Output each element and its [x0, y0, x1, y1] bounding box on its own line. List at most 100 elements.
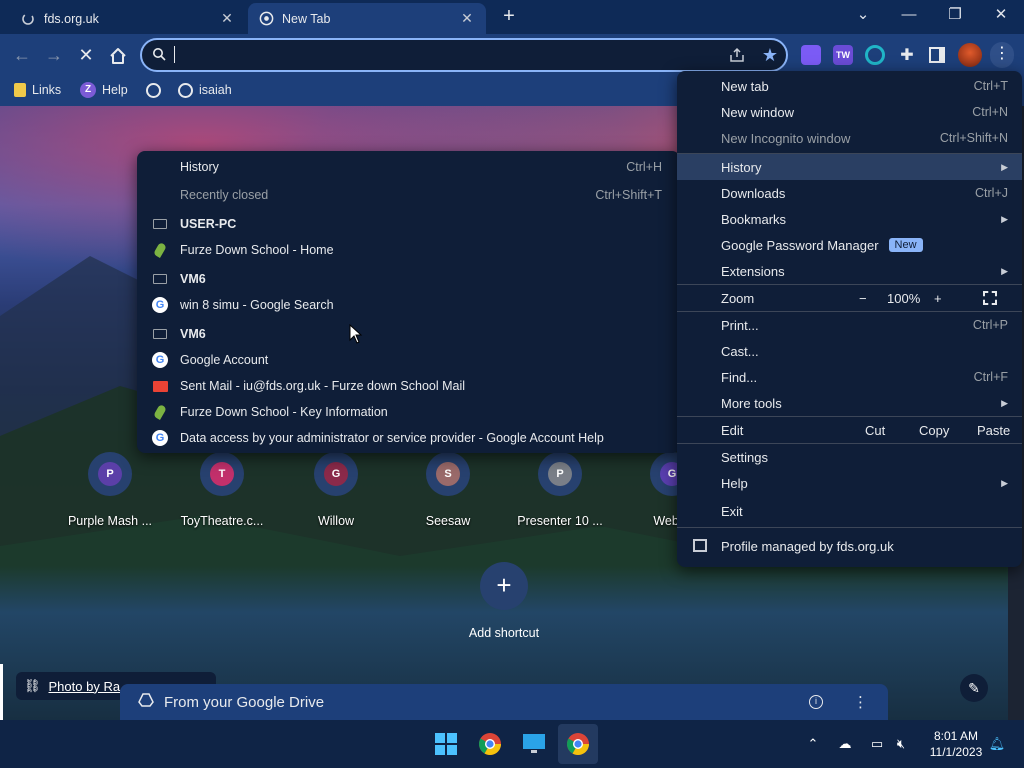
add-shortcut-label: Add shortcut — [468, 626, 540, 640]
paste-button[interactable]: Paste — [977, 423, 1010, 438]
menu-item-label: Furze Down School - Key Information — [180, 405, 388, 419]
avatar[interactable] — [958, 43, 982, 67]
more-options-icon[interactable]: ⋮ — [853, 693, 868, 711]
onedrive-icon[interactable]: ☁ — [836, 736, 854, 754]
menu-print[interactable]: Print... Ctrl+P — [677, 312, 1022, 338]
globe-icon — [146, 82, 161, 98]
submenu-arrow-icon: ▶ — [1001, 213, 1008, 224]
bookmark-isaiah[interactable]: isaiah — [178, 80, 232, 100]
extensions-puzzle-icon[interactable]: ✚ — [897, 45, 917, 65]
chrome-active-taskbar-icon[interactable] — [558, 724, 598, 764]
history-entry[interactable]: Furze Down School - Key Information — [137, 399, 680, 425]
shortcut-tile[interactable]: P Purple Mash ... — [54, 452, 166, 528]
tab-fds[interactable]: fds.org.uk ✕ — [10, 3, 246, 34]
remote-desktop-icon[interactable] — [514, 724, 554, 764]
close-tab-icon[interactable]: ✕ — [218, 10, 236, 27]
shortcut-tile[interactable]: P Presenter 10 ... — [504, 452, 616, 528]
menu-bookmarks[interactable]: Bookmarks ▶ — [677, 206, 1022, 232]
menu-item-label: History — [721, 159, 762, 175]
network-icon[interactable]: ▭ — [868, 736, 886, 754]
minimize-button[interactable]: — — [886, 4, 932, 28]
history-menu-item[interactable]: History Ctrl+H — [137, 154, 680, 180]
bookmark-globe[interactable] — [146, 80, 167, 100]
home-button[interactable] — [106, 44, 130, 68]
menu-extensions[interactable]: Extensions ▶ — [677, 258, 1022, 284]
cut-button[interactable]: Cut — [865, 423, 885, 438]
omnibox-input[interactable] — [176, 44, 716, 66]
restore-button[interactable]: ❐ — [932, 4, 978, 28]
new-tab-button[interactable]: + — [498, 4, 520, 30]
taskbar-clock[interactable]: 8:01 AM 11/1/2023 — [920, 728, 992, 760]
shortcut-tile[interactable]: G Willow — [280, 452, 392, 528]
shortcut-letter-icon: G — [324, 462, 348, 486]
bookmark-help[interactable]: Z Help — [80, 80, 128, 100]
bookmark-label: Help — [102, 83, 128, 97]
bookmark-links[interactable]: Links — [14, 80, 61, 100]
share-icon[interactable] — [728, 46, 746, 64]
menu-item-label: Settings — [721, 449, 768, 465]
extension-bookmark-icon[interactable] — [801, 45, 821, 65]
menu-item-shortcut: Ctrl+Shift+N — [939, 131, 1008, 145]
history-device-header[interactable]: USER-PC — [137, 211, 680, 237]
close-window-button[interactable]: ✕ — [978, 4, 1024, 28]
notification-bell-icon[interactable]: 🔔︎ — [988, 736, 1006, 754]
menu-history[interactable]: History ▶ — [677, 154, 1022, 180]
menu-cast[interactable]: Cast... — [677, 338, 1022, 364]
copy-button[interactable]: Copy — [919, 423, 949, 438]
window-edge — [0, 664, 3, 720]
history-entry[interactable]: G win 8 simu - Google Search — [137, 292, 680, 318]
shortcut-icon-circle: P — [88, 452, 132, 496]
shortcut-label: Seesaw — [425, 514, 471, 528]
menu-item-label: Extensions — [721, 263, 785, 279]
back-button[interactable]: ← — [10, 44, 34, 68]
menu-item-shortcut: Ctrl+F — [973, 370, 1008, 384]
menu-item-label: Google Password Manager — [721, 237, 879, 253]
bookmark-star-icon[interactable]: ★ — [760, 45, 780, 65]
menu-edit-row: Edit Cut Copy Paste — [677, 417, 1022, 443]
add-shortcut-button[interactable]: + — [480, 562, 528, 610]
history-entry[interactable]: Sent Mail - iu@fds.org.uk - Furze down S… — [137, 373, 680, 399]
blank-icon — [151, 187, 169, 203]
menu-password-manager[interactable]: Google Password Manager New — [677, 232, 1022, 258]
show-hidden-icons-chevron-icon[interactable]: ⌃ — [804, 736, 822, 754]
history-device-header[interactable]: VM6 — [137, 321, 680, 347]
menu-managed-profile[interactable]: Profile managed by fds.org.uk — [677, 533, 1022, 559]
menu-item-label: Data access by your administrator or ser… — [180, 431, 604, 445]
volume-muted-icon[interactable]: 🔇︎ — [892, 736, 910, 754]
history-entry[interactable]: G Data access by your administrator or s… — [137, 425, 680, 451]
shortcut-label: Willow — [317, 514, 355, 528]
close-tab-icon[interactable]: ✕ — [458, 10, 476, 27]
chrome-menu-button[interactable]: ⋮ — [990, 42, 1014, 68]
shortcut-tile[interactable]: T ToyTheatre.c... — [166, 452, 278, 528]
history-entry[interactable]: G Google Account — [137, 347, 680, 373]
zoom-out-button[interactable]: − — [859, 291, 867, 306]
menu-downloads[interactable]: Downloads Ctrl+J — [677, 180, 1022, 206]
menu-more-tools[interactable]: More tools ▶ — [677, 390, 1022, 416]
zoom-in-button[interactable]: + — [934, 291, 942, 306]
menu-find[interactable]: Find... Ctrl+F — [677, 364, 1022, 390]
menu-new-window[interactable]: New window Ctrl+N — [677, 99, 1022, 125]
menu-settings[interactable]: Settings — [677, 444, 1022, 470]
tab-search-icon[interactable]: ⌄ — [840, 4, 886, 28]
extension-ring-icon[interactable] — [865, 45, 885, 65]
menu-exit[interactable]: Exit — [677, 498, 1022, 524]
history-entry[interactable]: Furze Down School - Home — [137, 237, 680, 263]
extension-tw-icon[interactable]: TW — [833, 45, 853, 65]
history-device-header[interactable]: VM6 — [137, 266, 680, 292]
info-icon[interactable]: i — [809, 695, 823, 709]
submenu-arrow-icon: ▶ — [1001, 265, 1008, 276]
chrome-main-menu: New tab Ctrl+T New window Ctrl+N New Incog… — [677, 71, 1022, 567]
tab-new-tab[interactable]: New Tab ✕ — [248, 3, 486, 34]
shortcut-tile[interactable]: S Seesaw — [392, 452, 504, 528]
forward-button[interactable]: → — [42, 44, 66, 68]
windows-start-icon[interactable] — [426, 724, 466, 764]
customize-pencil-icon[interactable]: ✎ — [960, 674, 988, 702]
chrome-taskbar-icon[interactable] — [470, 724, 510, 764]
recently-closed-header: Recently closed Ctrl+Shift+T — [137, 182, 680, 208]
address-bar[interactable] — [140, 38, 788, 72]
stop-loading-button[interactable]: ✕ — [74, 44, 98, 68]
menu-new-tab[interactable]: New tab Ctrl+T — [677, 73, 1022, 99]
fullscreen-icon[interactable] — [983, 291, 997, 305]
side-panel-icon[interactable] — [929, 47, 945, 63]
menu-help[interactable]: Help ▶ — [677, 470, 1022, 496]
